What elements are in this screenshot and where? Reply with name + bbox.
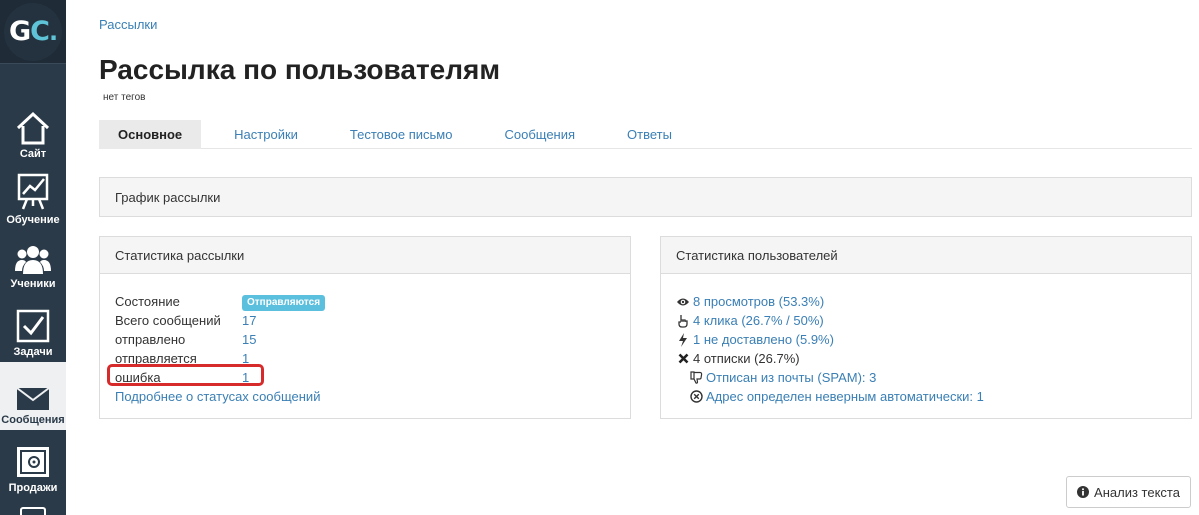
- not-delivered-text: 1 не доставлено (5.9%): [693, 332, 834, 347]
- analyze-text-button[interactable]: Анализ текста: [1066, 476, 1191, 508]
- logo-letter-c: C: [30, 16, 50, 47]
- tab-bar: Основное Настройки Тестовое письмо Сообщ…: [99, 120, 1192, 149]
- bolt-icon: [676, 332, 690, 347]
- sidebar-item-students[interactable]: Ученики: [0, 226, 66, 294]
- users-icon: [14, 243, 52, 275]
- tags-label: нет тегов: [103, 92, 146, 103]
- spam-text: Отписан из почты (SPAM): 3: [706, 370, 877, 385]
- x-mark-icon: [676, 352, 690, 366]
- eye-icon: [676, 295, 690, 309]
- stat-value-link[interactable]: 15: [242, 332, 256, 347]
- invalid-address-link[interactable]: Адрес определен неверным автоматически: …: [676, 387, 984, 406]
- tab-messages[interactable]: Сообщения: [485, 120, 594, 149]
- envelope-icon: [16, 387, 50, 411]
- pointer-hand-icon: [676, 314, 690, 328]
- sidebar-item-messages[interactable]: Сообщения: [0, 362, 66, 430]
- unsubscribes-row: 4 отписки (26.7%): [676, 349, 984, 368]
- home-icon: [15, 111, 51, 145]
- sidebar-item-site[interactable]: Сайт: [0, 96, 66, 164]
- logo-container[interactable]: GC.: [0, 0, 66, 64]
- sidebar-item-label: Сообщения: [1, 414, 65, 426]
- mailing-stats-panel: Статистика рассылки Состояние Отправляютс…: [99, 236, 631, 419]
- info-circle-icon: [1077, 486, 1090, 498]
- views-link[interactable]: 8 просмотров (53.3%): [676, 292, 984, 311]
- x-circle-icon: [689, 390, 703, 404]
- user-stats-title: Статистика пользователей: [661, 237, 1191, 274]
- not-delivered-link[interactable]: 1 не доставлено (5.9%): [676, 330, 984, 349]
- thumbs-down-icon: [689, 371, 703, 385]
- mailing-stats-title: Статистика рассылки: [100, 237, 630, 274]
- sidebar-item-label: Обучение: [6, 214, 60, 226]
- status-badge: Отправляются: [242, 295, 326, 311]
- sidebar-item-label: Ученики: [10, 278, 56, 290]
- logo-letter-g: G: [8, 16, 31, 47]
- stat-row-status: Состояние Отправляются: [115, 292, 326, 311]
- invalid-address-text: Адрес определен неверным автоматически: …: [706, 389, 984, 404]
- logo[interactable]: GC.: [4, 2, 62, 61]
- tab-main[interactable]: Основное: [99, 120, 202, 149]
- stat-label: Состояние: [115, 294, 180, 309]
- stat-row-sent: отправлено 15: [115, 330, 325, 349]
- stat-row-more: Подробнее о статусах сообщений: [115, 387, 325, 406]
- page-title: Рассылка по пользователям: [99, 54, 501, 85]
- logo-dot: .: [48, 17, 58, 46]
- unsubscribes-text: 4 отписки (26.7%): [693, 351, 800, 366]
- error-row-highlight: [107, 364, 264, 386]
- checkbox-icon: [16, 309, 50, 343]
- chart-board-icon: [17, 173, 49, 211]
- sidebar-item-label: Продажи: [8, 482, 58, 494]
- sidebar-item-tasks[interactable]: Задачи: [0, 294, 66, 362]
- analyze-text-label: Анализ текста: [1094, 484, 1180, 500]
- sidebar: GC. Сайт Обучение Ученики Задачи Сообщен…: [0, 0, 66, 515]
- clicks-link[interactable]: 4 клика (26.7% / 50%): [676, 311, 984, 330]
- stat-row-total: Всего сообщений 17: [115, 311, 325, 330]
- stat-label: отправлено: [115, 332, 186, 347]
- spam-unsubscribe-link[interactable]: Отписан из почты (SPAM): 3: [676, 368, 984, 387]
- stat-value-link[interactable]: 17: [242, 313, 256, 328]
- tab-settings[interactable]: Настройки: [215, 120, 317, 149]
- sidebar-next-icon: [20, 507, 46, 515]
- views-text: 8 просмотров (53.3%): [693, 294, 825, 309]
- mailing-stats-rows: Состояние Отправляются Всего сообщений 17 …: [115, 292, 326, 406]
- safe-icon: [15, 445, 51, 479]
- schedule-panel: График рассылки: [99, 177, 1192, 217]
- breadcrumb[interactable]: Рассылки: [99, 17, 157, 32]
- tab-test-email[interactable]: Тестовое письмо: [331, 120, 472, 149]
- tab-replies[interactable]: Ответы: [608, 120, 691, 149]
- schedule-panel-title[interactable]: График рассылки: [100, 178, 1191, 216]
- stat-label: Всего сообщений: [115, 313, 221, 328]
- sidebar-item-learning[interactable]: Обучение: [0, 162, 66, 230]
- sidebar-item-label: Сайт: [19, 148, 47, 160]
- message-statuses-link[interactable]: Подробнее о статусах сообщений: [115, 389, 320, 404]
- user-stats-rows: 8 просмотров (53.3%) 4 клика (26.7% / 50…: [676, 292, 984, 406]
- sidebar-item-label: Задачи: [13, 346, 53, 358]
- clicks-text: 4 клика (26.7% / 50%): [693, 313, 824, 328]
- sidebar-item-sales[interactable]: Продажи: [0, 430, 66, 498]
- user-stats-panel: Статистика пользователей 8 просмотров (5…: [660, 236, 1192, 419]
